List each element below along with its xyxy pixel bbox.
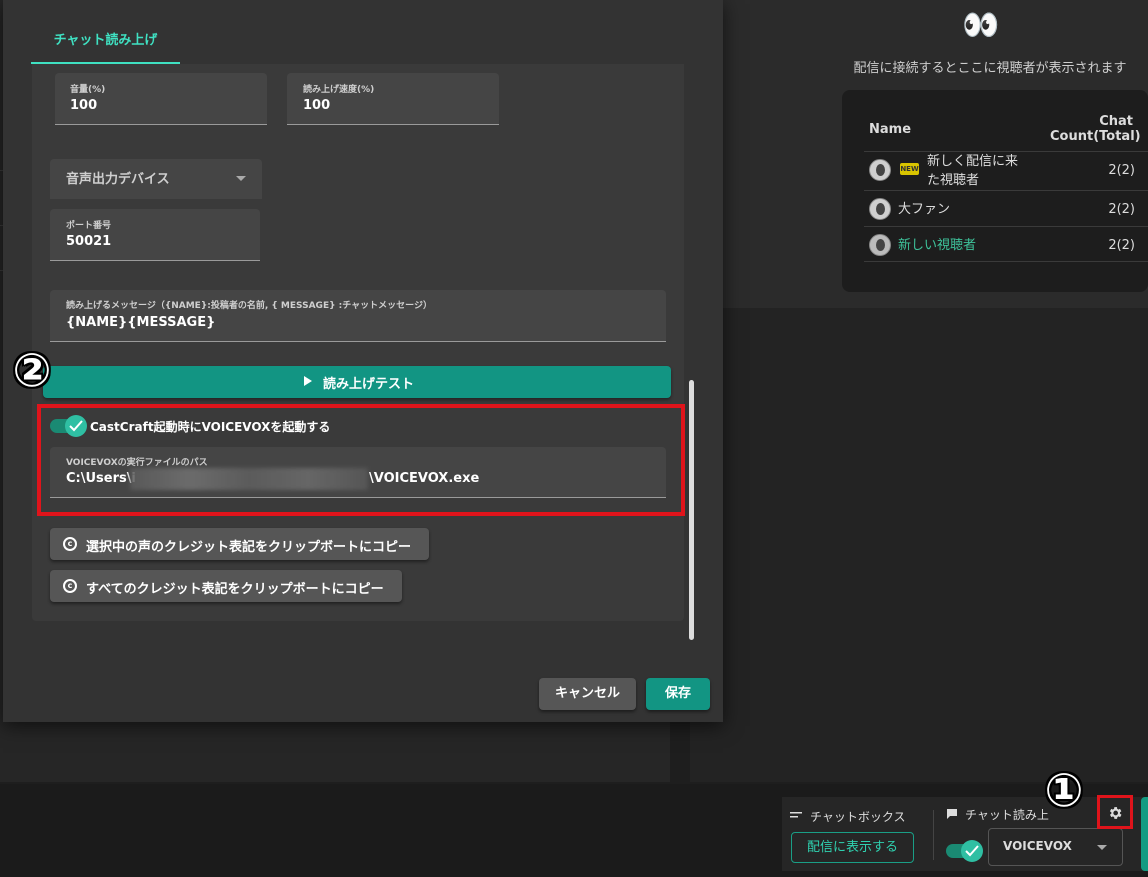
message-template-label: 読み上げるメッセージ（{NAME}:投稿者の名前, { MESSAGE} :チャ… bbox=[66, 301, 432, 311]
chatbox-label: チャットボックス bbox=[810, 810, 906, 824]
viewer-chat-count: 2(2) bbox=[1108, 202, 1135, 217]
show-on-stream-button[interactable]: 配信に表示する bbox=[791, 832, 914, 863]
viewer-chat-count: 2(2) bbox=[1108, 163, 1135, 178]
row-divider bbox=[864, 190, 1148, 191]
copyright-icon: c bbox=[63, 537, 77, 551]
volume-value: 100 bbox=[70, 98, 98, 113]
tab-chat-reading[interactable]: チャット読み上げ bbox=[31, 26, 180, 64]
row-divider bbox=[864, 226, 1148, 227]
eyes-icon: 👀 bbox=[962, 8, 999, 43]
column-header-chat-count: Chat Count(Total) bbox=[1050, 114, 1141, 144]
speed-value: 100 bbox=[303, 98, 331, 113]
play-icon bbox=[304, 376, 312, 386]
avatar bbox=[869, 159, 891, 181]
highlight-box bbox=[37, 404, 685, 516]
copy-all-credit-label: すべてのクレジット表記をクリップボートにコピー bbox=[86, 582, 384, 597]
read-test-label: 読み上げテスト bbox=[323, 377, 415, 392]
voice-engine-value: VOICEVOX bbox=[1003, 839, 1072, 853]
speed-label: 読み上げ速度(%) bbox=[303, 85, 375, 95]
check-icon bbox=[961, 840, 983, 862]
row-divider bbox=[864, 261, 1148, 262]
chevron-down-icon bbox=[1097, 845, 1107, 850]
cancel-button[interactable]: キャンセル bbox=[539, 678, 636, 710]
viewer-name[interactable]: 新しい視聴者 bbox=[898, 236, 976, 255]
message-template-value: {NAME}{MESSAGE} bbox=[66, 315, 216, 330]
side-button[interactable] bbox=[1141, 797, 1148, 871]
annotation-marker-1: ① bbox=[1044, 763, 1084, 817]
column-header-line: Chat bbox=[1099, 114, 1133, 129]
background-right-panel bbox=[690, 308, 1148, 782]
audio-device-label: 音声出力デバイス bbox=[66, 172, 170, 187]
scrollbar-thumb[interactable] bbox=[689, 380, 694, 640]
viewer-name-line: た視聴者 bbox=[927, 173, 980, 188]
chat-icon bbox=[947, 809, 957, 819]
viewer-name[interactable]: 新しく配信に来 た視聴者 bbox=[927, 152, 1018, 190]
avatar bbox=[869, 234, 891, 256]
viewer-name-line: 新しく配信に来 bbox=[927, 154, 1019, 169]
settings-highlight-box bbox=[1097, 795, 1133, 829]
chevron-down-icon bbox=[236, 176, 246, 181]
viewer-name[interactable]: 大ファン bbox=[898, 200, 950, 219]
copyright-icon: c bbox=[63, 579, 77, 593]
divider bbox=[933, 810, 934, 860]
port-label: ポート番号 bbox=[66, 221, 112, 231]
column-header-line: Count(Total) bbox=[1050, 129, 1141, 144]
column-header-name: Name bbox=[869, 122, 912, 137]
port-value: 50021 bbox=[66, 234, 112, 249]
save-button[interactable]: 保存 bbox=[646, 678, 710, 710]
chat-reading-toggle[interactable] bbox=[946, 840, 986, 862]
volume-label: 音量(%) bbox=[70, 85, 106, 95]
lines-icon bbox=[790, 812, 802, 818]
viewer-chat-count: 2(2) bbox=[1108, 238, 1135, 253]
copy-selected-credit-label: 選択中の声のクレジット表記をクリップボートにコピー bbox=[86, 540, 412, 555]
annotation-marker-2: ② bbox=[12, 343, 52, 397]
avatar bbox=[869, 198, 891, 220]
viewer-caption: 配信に接続するとここに視聴者が表示されます bbox=[853, 61, 1127, 76]
new-badge: NEW bbox=[900, 163, 919, 175]
